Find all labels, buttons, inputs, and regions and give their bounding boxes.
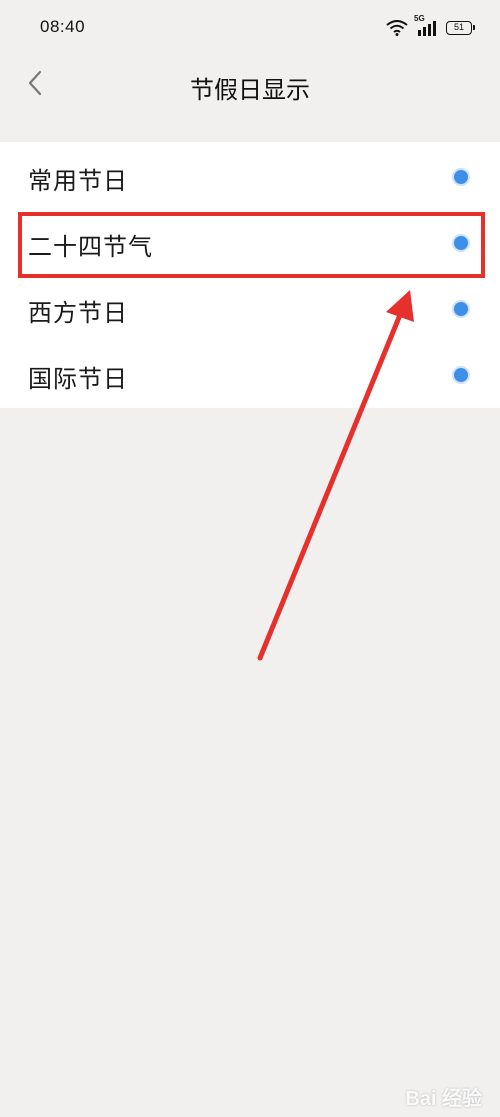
option-label: 西方节日 — [28, 299, 128, 327]
nav-bar: 节假日显示 — [0, 56, 500, 114]
watermark-logo: Bai 经验 — [405, 1088, 482, 1110]
wifi-icon — [386, 20, 408, 36]
option-international-holidays[interactable]: 国际节日 — [0, 342, 500, 408]
radio-selected-icon[interactable] — [452, 300, 470, 318]
option-common-holidays[interactable]: 常用节日 — [0, 144, 500, 210]
network-type-label: 5G — [414, 14, 425, 23]
option-label: 常用节日 — [28, 167, 128, 195]
battery-icon: 51 — [446, 21, 475, 35]
page-title: 节假日显示 — [190, 76, 310, 104]
radio-selected-icon[interactable] — [452, 168, 470, 186]
option-label: 二十四节气 — [28, 233, 153, 261]
radio-selected-icon[interactable] — [452, 234, 470, 252]
status-bar: 08:40 5G 51 — [0, 0, 500, 56]
status-icons: 5G 51 — [386, 14, 475, 38]
signal-indicator: 5G — [414, 14, 438, 36]
option-solar-terms[interactable]: 二十四节气 — [0, 210, 500, 276]
option-label: 国际节日 — [28, 365, 128, 393]
radio-selected-icon[interactable] — [452, 366, 470, 384]
holiday-options-list: 常用节日 二十四节气 西方节日 国际节日 — [0, 142, 500, 408]
option-western-holidays[interactable]: 西方节日 — [0, 276, 500, 342]
status-time: 08:40 — [40, 17, 86, 36]
